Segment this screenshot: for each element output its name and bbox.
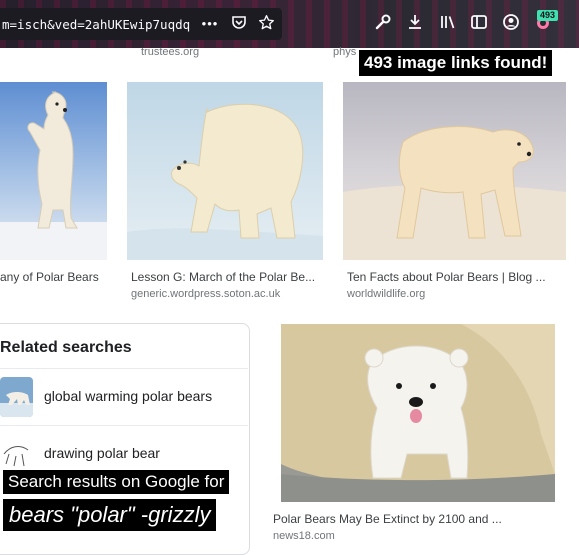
search-query-overlay: bears "polar" -grizzly [3,499,217,531]
wrench-icon[interactable] [372,13,394,35]
result-domain[interactable]: worldwildlife.org [347,288,425,300]
url-text[interactable]: m=isch&ved=2ahUKEwip7uqdq [2,17,194,32]
result-caption[interactable]: any of Polar Bears [0,270,99,284]
related-search-item[interactable]: global warming polar bears [0,368,248,425]
result-domain[interactable]: generic.wordpress.soton.ac.uk [131,288,280,300]
bookmark-star-icon[interactable] [256,14,276,34]
url-bar[interactable]: m=isch&ved=2ahUKEwip7uqdq ••• [0,8,282,40]
result-domain[interactable]: news18.com [273,530,335,542]
page-actions-menu-icon[interactable]: ••• [200,14,220,34]
result-image[interactable] [281,324,555,502]
result-image[interactable] [0,82,107,260]
result-source-top[interactable]: trustees.org [141,46,199,58]
sidebar-toggle-icon[interactable] [468,13,490,35]
browser-toolbar: m=isch&ved=2ahUKEwip7uqdq ••• 493 [0,0,579,48]
extension-badge: 493 [537,10,559,21]
result-caption[interactable]: Lesson G: March of the Polar Be... [131,270,315,284]
account-icon[interactable] [500,13,522,35]
related-search-label[interactable]: global warming polar bears [44,388,212,404]
downloads-icon[interactable] [404,13,426,35]
search-context-overlay: Search results on Google for [3,470,230,494]
pocket-icon[interactable] [229,14,249,34]
related-searches-title: Related searches [0,339,132,356]
library-icon[interactable] [437,13,459,35]
related-search-label[interactable]: drawing polar bear [44,445,160,461]
related-search-thumbnail [0,377,33,417]
result-caption[interactable]: Ten Facts about Polar Bears | Blog ... [347,270,546,284]
result-source-top[interactable]: phys [333,46,356,58]
result-image[interactable] [343,82,566,260]
result-caption[interactable]: Polar Bears May Be Extinct by 2100 and .… [273,512,502,526]
related-search-thumbnail [0,434,33,474]
image-links-found-overlay: 493 image links found! [359,50,553,76]
result-image[interactable] [127,82,323,260]
